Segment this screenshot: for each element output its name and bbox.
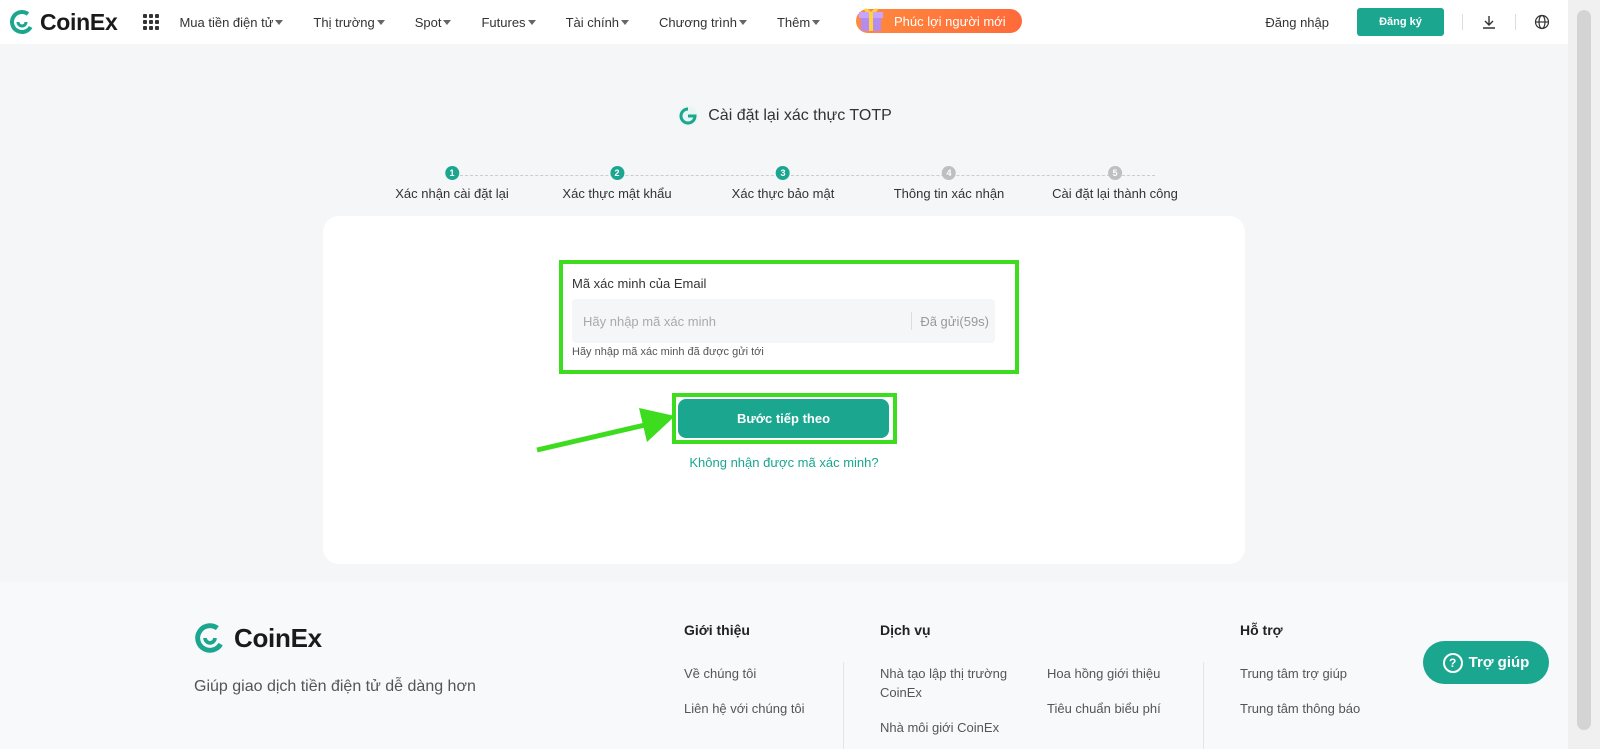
footer-support-title: Hỗ trợ	[1240, 622, 1283, 638]
step-label: Cài đặt lại thành công	[1052, 186, 1178, 201]
footer-services-title: Dịch vụ	[880, 622, 931, 638]
step-4: 4 Thông tin xác nhận	[893, 166, 1005, 201]
next-step-button[interactable]: Bước tiếp theo	[678, 399, 889, 438]
verification-card: Mã xác minh của Email Đã gửi(59s) Hãy nh…	[323, 216, 1245, 564]
nav-spot[interactable]: Spot	[415, 15, 452, 30]
progress-steps: 1 Xác nhận cài đặt lại 2 Xác thực mật kh…	[395, 166, 1215, 206]
no-code-link[interactable]: Không nhận được mã xác minh?	[323, 455, 1245, 470]
code-hint: Hãy nhập mã xác minh đã được gửi tới	[572, 346, 764, 358]
help-label: Trợ giúp	[1468, 654, 1530, 671]
header-actions: Đăng nhập Đăng ký	[1265, 0, 1568, 44]
resend-countdown[interactable]: Đã gửi(59s)	[912, 314, 995, 329]
nav-label: Mua tiền điện tử	[179, 14, 274, 30]
footer-logo[interactable]: CoinEx	[194, 622, 322, 654]
step-label: Thông tin xác nhận	[893, 186, 1005, 201]
footer-link-broker[interactable]: Nhà môi giới CoinEx	[880, 718, 999, 737]
step-3: 3 Xác thực bảo mật	[731, 166, 835, 201]
email-code-input[interactable]	[572, 299, 912, 343]
globe-icon[interactable]	[1534, 14, 1550, 30]
login-link[interactable]: Đăng nhập	[1265, 15, 1329, 30]
coinex-logo-icon	[195, 623, 225, 653]
nav-more[interactable]: Thêm	[776, 14, 821, 30]
caret-down-icon	[738, 19, 747, 25]
email-code-field: Đã gửi(59s)	[572, 299, 995, 343]
nav-futures[interactable]: Futures	[481, 14, 536, 30]
step-5: 5 Cài đặt lại thành công	[1052, 166, 1178, 201]
email-code-label: Mã xác minh của Email	[572, 276, 707, 291]
top-header: CoinEx Mua tiền điện tử Thị trường Spot …	[0, 0, 1568, 44]
header-divider	[1515, 14, 1516, 30]
footer-link-referral[interactable]: Hoa hồng giới thiệu	[1047, 664, 1160, 683]
download-icon[interactable]	[1481, 14, 1497, 30]
footer-divider	[1203, 662, 1204, 749]
main-nav: Mua tiền điện tử Thị trường Spot Futures…	[179, 15, 850, 30]
step-number: 5	[1107, 166, 1122, 180]
google-authenticator-icon	[678, 106, 699, 126]
footer-divider	[843, 662, 844, 749]
nav-label: Tài chính	[565, 14, 620, 30]
footer-link-fees[interactable]: Tiêu chuẩn biểu phí	[1047, 699, 1161, 718]
nav-markets[interactable]: Thị trường	[313, 14, 385, 30]
caret-down-icon	[527, 19, 536, 25]
apps-grid-icon[interactable]	[143, 14, 160, 30]
question-icon: ?	[1442, 652, 1463, 673]
step-number: 1	[445, 166, 459, 180]
step-label: Xác nhận cài đặt lại	[395, 186, 509, 201]
footer-link-contact[interactable]: Liên hệ với chúng tôi	[684, 699, 805, 718]
footer: CoinEx Giúp giao dịch tiền điện tử dễ dà…	[0, 582, 1568, 749]
nav-label: Spot	[414, 14, 442, 30]
caret-down-icon	[621, 19, 630, 25]
nav-label: Thêm	[776, 14, 811, 30]
step-2: 2 Xác thực mật khẩu	[562, 166, 672, 201]
step-number: 4	[941, 166, 956, 180]
nav-finance[interactable]: Tài chính	[565, 14, 630, 30]
coinex-logo[interactable]: CoinEx	[9, 8, 118, 36]
promo-label: Phúc lợi người mới	[894, 13, 1006, 29]
signup-button[interactable]: Đăng ký	[1357, 8, 1444, 36]
footer-tagline: Giúp giao dịch tiền điện tử dễ dàng hơn	[194, 678, 476, 695]
caret-down-icon	[275, 19, 284, 25]
step-label: Xác thực bảo mật	[731, 186, 835, 201]
page-title-text: Cài đặt lại xác thực TOTP	[708, 107, 892, 124]
footer-link-announcements[interactable]: Trung tâm thông báo	[1240, 699, 1360, 718]
step-number: 3	[776, 166, 790, 180]
footer-about-title: Giới thiệu	[684, 622, 750, 638]
nav-label: Chương trình	[659, 14, 737, 30]
nav-label: Futures	[481, 14, 526, 30]
scrollbar[interactable]	[1568, 0, 1600, 749]
step-1: 1 Xác nhận cài đặt lại	[395, 166, 509, 201]
brand-name: CoinEx	[40, 8, 118, 35]
page-title: Cài đặt lại xác thực TOTP	[0, 104, 1568, 128]
help-button[interactable]: ? Trợ giúp	[1423, 641, 1549, 684]
caret-down-icon	[812, 19, 821, 25]
footer-link-about-us[interactable]: Về chúng tôi	[684, 664, 756, 683]
nav-programs[interactable]: Chương trình	[659, 15, 747, 30]
arrow-annotation-icon	[536, 408, 675, 453]
coinex-logo-icon	[10, 10, 34, 34]
header-divider	[1462, 14, 1463, 30]
nav-label: Thị trường	[313, 14, 375, 30]
caret-down-icon	[376, 19, 385, 25]
caret-down-icon	[443, 19, 452, 25]
step-number: 2	[610, 166, 624, 180]
step-label: Xác thực mật khẩu	[562, 186, 672, 201]
footer-brand-name: CoinEx	[234, 622, 322, 653]
footer-link-help-center[interactable]: Trung tâm trợ giúp	[1240, 664, 1347, 683]
gift-icon	[859, 8, 883, 31]
nav-buy-crypto[interactable]: Mua tiền điện tử	[179, 14, 284, 30]
footer-link-market-maker[interactable]: Nhà tạo lập thị trường CoinEx	[880, 664, 1020, 702]
scrollbar-thumb[interactable]	[1577, 10, 1591, 730]
